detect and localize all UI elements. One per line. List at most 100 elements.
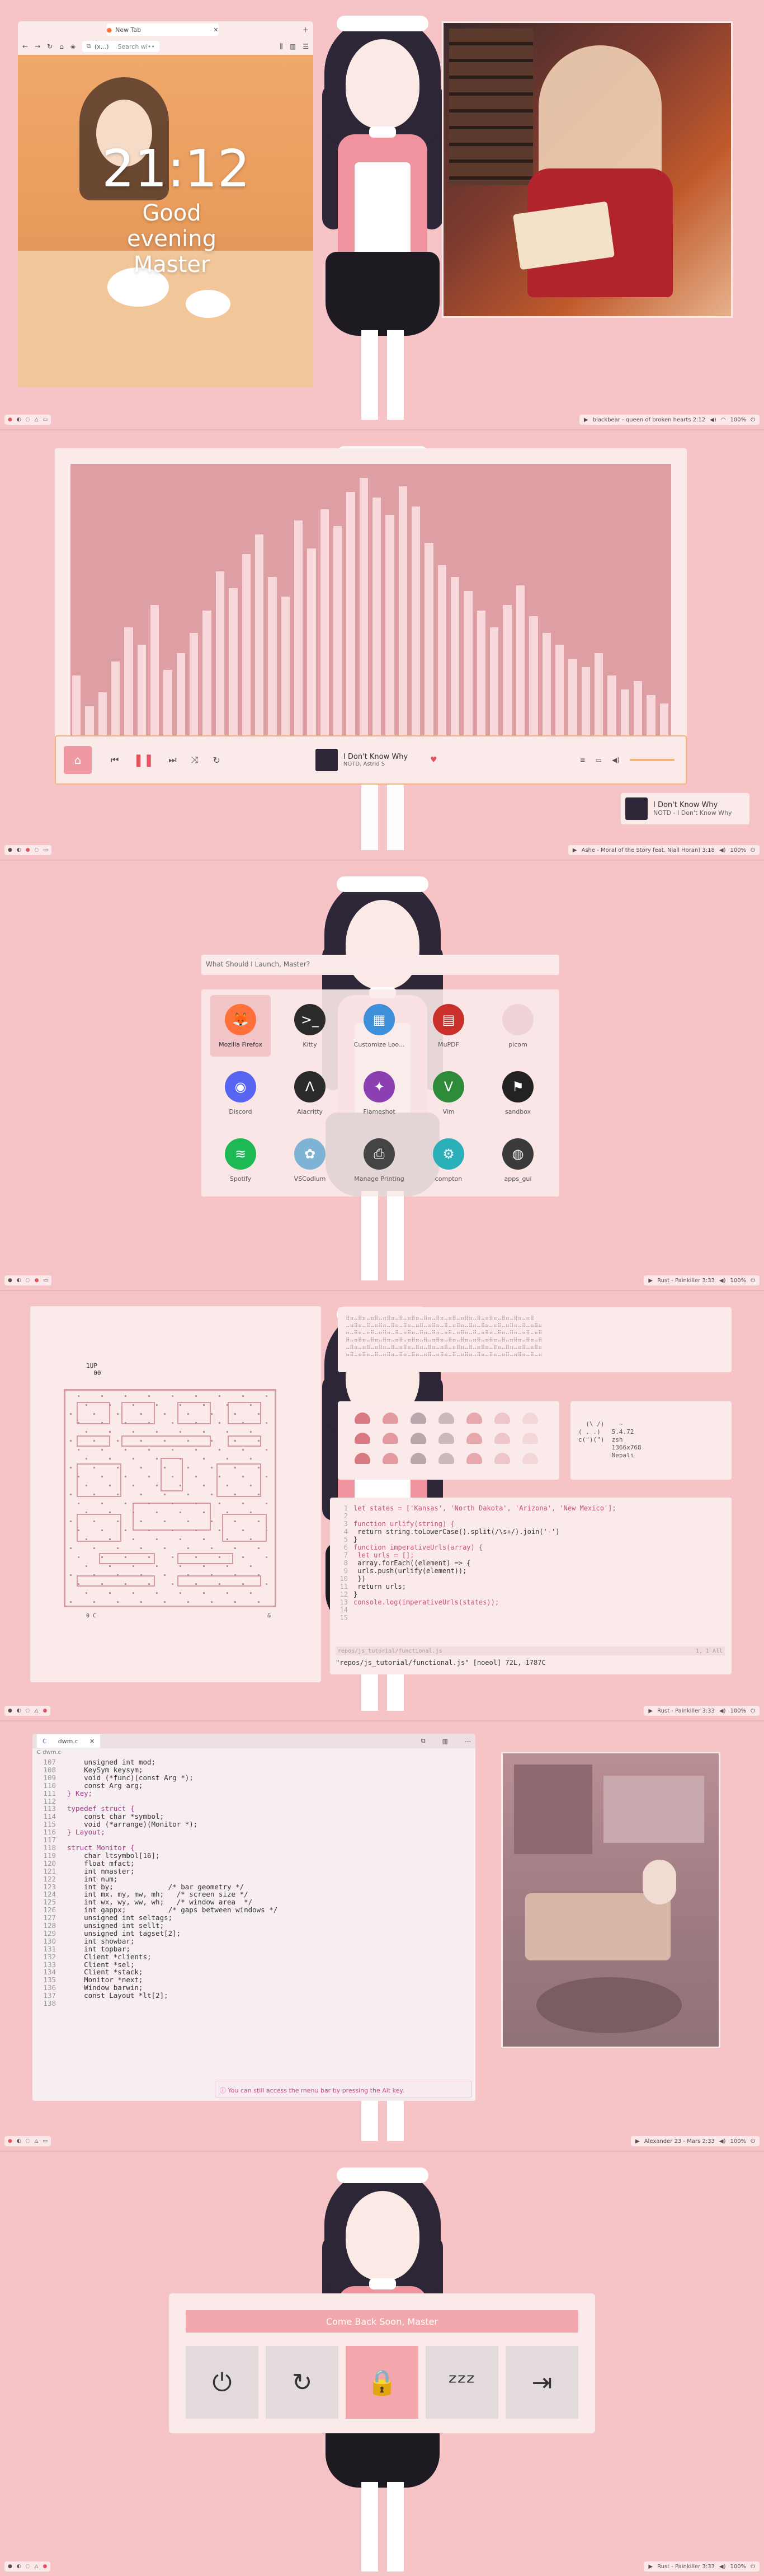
play-icon[interactable]: ▶: [584, 417, 588, 423]
tab-dwm-c[interactable]: C dwm.c ✕: [37, 1734, 101, 1748]
app-flameshot[interactable]: ✦ Flameshot: [349, 1062, 409, 1124]
heart-icon[interactable]: ♥: [430, 756, 437, 764]
search-field[interactable]: Search wi••: [118, 43, 155, 50]
pellet: [93, 1547, 95, 1549]
fetch-terminal[interactable]: (\ /) ~ ( . .) 5.4.72 c(")(") zsh 1366x7…: [570, 1401, 732, 1480]
back-icon[interactable]: ←: [22, 43, 28, 50]
volume-icon[interactable]: ◀): [719, 847, 726, 853]
home-icon[interactable]: ⌂: [59, 43, 64, 50]
reload-icon[interactable]: ↻: [47, 43, 53, 50]
workspace-indicator[interactable]: ● ◐ ◌ △ ▭: [4, 415, 51, 425]
workspace-indicator[interactable]: ● ◐ ◌ △ ▭: [4, 2136, 51, 2146]
play-icon[interactable]: ▶: [635, 2138, 640, 2145]
app-mupdf[interactable]: ▤ MuPDF: [418, 995, 479, 1057]
power-icon[interactable]: ⏻: [751, 2138, 755, 2145]
previous-icon[interactable]: ⏮: [111, 754, 119, 766]
lock-button[interactable]: 🔒: [346, 2346, 418, 2419]
pellet: [93, 1413, 95, 1415]
menu-icon[interactable]: ☰: [303, 43, 309, 50]
new-tab-icon[interactable]: ＋: [303, 25, 309, 34]
ghost-glyph: [438, 1453, 454, 1464]
volume-icon[interactable]: ◀): [719, 1708, 726, 1714]
braille-art-terminal[interactable]: ⠿⠶⠤⠿⠶⠤⠶⠿⠤⠶⠿⠶⠤⠿⠤⠶⠿⠶⠤⠿⠶⠤⠿⠶⠤⠶⠿⠤⠶⠿⠶⠤⠿⠤⠶⠿⠶⠤⠿⠶…: [338, 1307, 732, 1372]
volume-slider[interactable]: [630, 759, 675, 761]
app-alacritty[interactable]: Λ Alacritty: [280, 1062, 340, 1124]
app-spotify[interactable]: ≋ Spotify: [210, 1129, 271, 1191]
app-customize-loo[interactable]: ▦ Customize Loo...: [349, 995, 409, 1057]
fetch-output: (\ /) ~ ( . .) 5.4.72 c(")(") zsh 1366x7…: [578, 1420, 642, 1459]
app-kitty[interactable]: >_ Kitty: [280, 995, 340, 1057]
pellet: [234, 1494, 236, 1495]
wifi-icon: ◠: [720, 416, 726, 423]
next-icon[interactable]: ⏭: [168, 754, 176, 766]
pellet: [211, 1440, 213, 1442]
close-icon[interactable]: ✕: [213, 26, 218, 34]
breadcrumb[interactable]: C dwm.c: [32, 1748, 475, 1758]
menu-bar-hint[interactable]: ⓘ You can still access the menu bar by p…: [215, 2081, 472, 2098]
app-vscodium[interactable]: ✿ VSCodium: [280, 1129, 340, 1191]
sidebar-icon[interactable]: ▥: [290, 43, 296, 50]
devices-icon[interactable]: ▭: [596, 756, 602, 764]
reboot-button[interactable]: ↻: [266, 2346, 338, 2419]
tab-new-tab[interactable]: ● New Tab ✕: [106, 24, 219, 36]
pellet: [203, 1512, 205, 1513]
pellet: [101, 1395, 103, 1397]
power-icon[interactable]: ⏻: [751, 417, 755, 423]
volume-icon[interactable]: ◀): [719, 1278, 726, 1284]
more-icon[interactable]: ⋯: [465, 1738, 471, 1745]
app-manage-printing[interactable]: ⎙ Manage Printing: [349, 1129, 409, 1191]
code-content[interactable]: 1 let states = ['Kansas', 'North Dakota',…: [336, 1504, 726, 1622]
workspace-indicator[interactable]: ● ◐ ◌ △ ●: [4, 2561, 51, 2572]
volume-icon[interactable]: ◀): [719, 2138, 726, 2145]
lyrics-icon[interactable]: ≡: [580, 756, 586, 764]
app-picom[interactable]: picom: [488, 995, 548, 1057]
pellet: [258, 1601, 260, 1603]
pellet: [242, 1556, 244, 1558]
visualizer-bar: [529, 616, 538, 746]
shuffle-icon[interactable]: ⤨: [191, 754, 199, 766]
pause-icon[interactable]: ❚❚: [133, 753, 154, 767]
pellet: [156, 1538, 158, 1540]
editor-code[interactable]: 107 unsigned int mod; 108 KeySym keysym; 1…: [32, 1758, 475, 2007]
app-vim[interactable]: V Vim: [418, 1062, 479, 1124]
play-icon[interactable]: ▶: [648, 1708, 653, 1714]
repeat-icon[interactable]: ↻: [213, 755, 220, 766]
shutdown-button[interactable]: ⏻: [186, 2346, 258, 2419]
split-editor-icon[interactable]: ⧉: [421, 1737, 426, 1745]
power-icon[interactable]: ⏻: [751, 1278, 755, 1284]
shield-icon[interactable]: ◈: [70, 43, 76, 50]
close-icon[interactable]: ✕: [89, 1738, 95, 1745]
url-bar[interactable]: ⧉ (x...) Search wi••: [82, 41, 159, 52]
logout-button[interactable]: ⇥: [506, 2346, 578, 2419]
color-palette-terminal[interactable]: [338, 1401, 559, 1480]
forward-icon[interactable]: →: [35, 43, 40, 50]
pacman-terminal[interactable]: 1UP 00 0 C &: [30, 1306, 321, 1682]
suspend-button[interactable]: ᶻᶻᶻ: [426, 2346, 498, 2419]
power-icon[interactable]: ⏻: [751, 2564, 755, 2570]
app-mozilla-firefox[interactable]: 🦊 Mozilla Firefox: [210, 995, 271, 1057]
volume-icon[interactable]: ◀): [612, 756, 620, 764]
power-icon[interactable]: ⏻: [751, 847, 755, 853]
library-icon[interactable]: ⫼: [280, 43, 283, 51]
play-icon[interactable]: ▶: [573, 847, 577, 853]
power-icon[interactable]: ⏻: [751, 1708, 755, 1714]
app-apps-gui[interactable]: ◍ apps_gui: [488, 1129, 548, 1191]
workspace-indicator[interactable]: ● ◐ ◌ ● ▭: [4, 1275, 51, 1285]
play-icon[interactable]: ▶: [648, 2564, 653, 2570]
workspace-indicator[interactable]: ● ◐ ◌ △ ●: [4, 1706, 51, 1716]
pacman-level: &: [267, 1613, 271, 1619]
play-icon[interactable]: ▶: [648, 1278, 653, 1284]
launcher-search-input[interactable]: What Should I Launch, Master?: [201, 955, 559, 975]
app-discord[interactable]: ◉ Discord: [210, 1062, 271, 1124]
volume-icon[interactable]: ◀): [710, 417, 716, 423]
pellet: [227, 1458, 228, 1460]
home-button[interactable]: ⌂: [64, 746, 92, 774]
workspace-indicator[interactable]: ● ◐ ● ◌ ▭: [4, 845, 51, 855]
volume-icon[interactable]: ◀): [719, 2564, 726, 2570]
screenshot-browser: ● New Tab ✕ ＋ ← → ↻ ⌂ ◈ ⧉ (x...) Search …: [0, 0, 764, 429]
app-sandbox[interactable]: ⚑ sandbox: [488, 1062, 548, 1124]
notification[interactable]: I Don't Know Why NOTD - I Don't Know Why: [621, 793, 749, 824]
vim-terminal[interactable]: 1 let states = ['Kansas', 'North Dakota',…: [330, 1498, 732, 1674]
layout-icon[interactable]: ▥: [442, 1738, 448, 1745]
app-compton[interactable]: ⚙ compton: [418, 1129, 479, 1191]
